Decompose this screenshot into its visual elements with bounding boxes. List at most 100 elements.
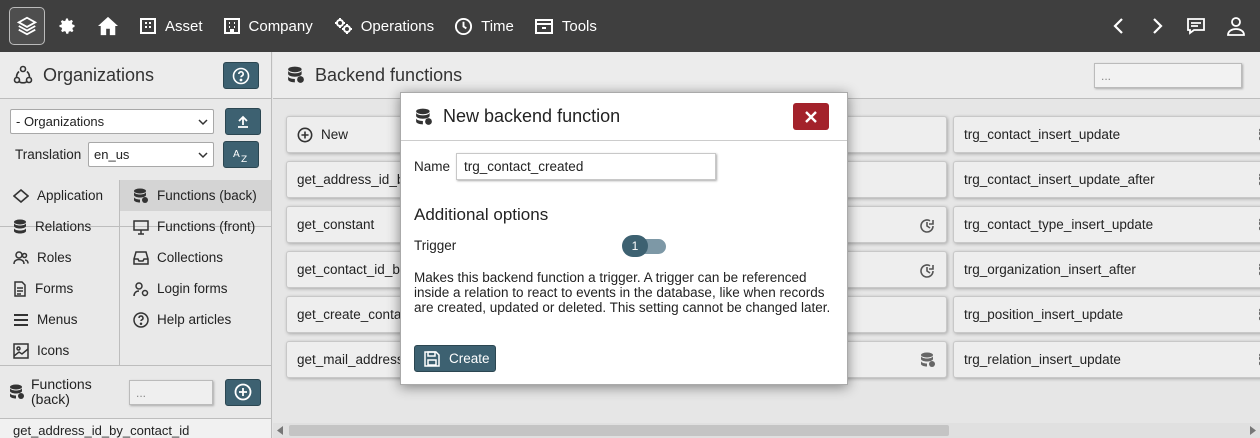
name-input[interactable]: trg_contact_created	[456, 153, 716, 180]
image-icon	[13, 342, 29, 359]
add-function-button[interactable]	[225, 378, 261, 406]
name-label: Name	[414, 159, 451, 174]
plus-circle-icon	[234, 383, 252, 401]
nav-asset[interactable]: Asset	[129, 0, 213, 52]
function-card[interactable]: trg_contact_insert_update_after	[953, 161, 1260, 198]
dialog-header: New backend function	[401, 93, 847, 141]
operations-icon	[333, 17, 353, 35]
inbox-icon	[133, 250, 149, 265]
function-name: trg_relation_insert_update	[964, 352, 1121, 367]
sort-button[interactable]: AZ	[223, 141, 259, 168]
function-name: trg_contact_insert_update	[964, 127, 1121, 142]
function-name: trg_contact_type_insert_update	[964, 217, 1154, 232]
sidebar-header: Organizations	[0, 52, 271, 99]
nav-tools[interactable]: Tools	[524, 0, 607, 52]
plus-circle-icon	[297, 127, 313, 143]
sidebar-item-label: Roles	[37, 250, 72, 265]
nav-company-label: Company	[248, 17, 313, 35]
layers-icon	[16, 15, 38, 37]
chevron-left-icon	[1110, 17, 1128, 35]
scrollbar-thumb[interactable]	[289, 425, 949, 436]
sidebar-item-icons[interactable]: Icons	[0, 335, 119, 366]
asset-icon	[139, 17, 157, 35]
sidebar-item-forms[interactable]: Forms	[0, 273, 119, 304]
sidebar-item-label: Menus	[37, 312, 78, 327]
function-name: trg_position_insert_update	[964, 307, 1124, 322]
nav-operations-label: Operations	[360, 17, 435, 35]
question-circle-icon	[232, 67, 250, 85]
nav-asset-label: Asset	[165, 17, 203, 35]
svg-text:Z: Z	[241, 155, 247, 163]
new-backend-function-dialog: New backend function Name trg_contact_cr…	[400, 92, 848, 385]
settings-button[interactable]	[45, 0, 87, 52]
sidebar-functions-search[interactable]: ...	[129, 379, 213, 405]
save-icon	[424, 350, 440, 367]
toggle-knob: 1	[622, 235, 648, 257]
scroll-left-icon[interactable]	[276, 426, 284, 435]
chevron-right-icon	[1148, 17, 1166, 35]
sidebar-item-application[interactable]: Application	[0, 180, 119, 211]
nav-time-label: Time	[481, 17, 514, 35]
page-title: Backend functions	[315, 64, 463, 85]
trigger-toggle[interactable]: 1	[622, 235, 666, 257]
chevron-down-icon	[198, 151, 208, 159]
database-gear-icon	[415, 108, 433, 126]
function-card[interactable]: trg_position_insert_update	[953, 296, 1260, 333]
function-card[interactable]: trg_contact_insert_update	[953, 116, 1260, 153]
dialog-title: New backend function	[443, 106, 621, 126]
function-card[interactable]: trg_contact_type_insert_update	[953, 206, 1260, 243]
monitor-icon	[133, 219, 149, 235]
forward-button[interactable]	[1138, 0, 1176, 52]
tools-icon	[534, 17, 554, 35]
nav-operations[interactable]: Operations	[323, 0, 444, 52]
user-icon	[1226, 16, 1246, 36]
create-button[interactable]: Create	[414, 345, 496, 372]
sidebar-item-menus[interactable]: Menus	[0, 304, 119, 335]
dialog-close-button[interactable]	[793, 103, 829, 130]
translation-select[interactable]: en_us	[88, 142, 214, 167]
sidebar-item-roles[interactable]: Roles	[0, 242, 119, 273]
sidebar-item-label: Collections	[157, 250, 224, 265]
main-search-input[interactable]: ...	[1094, 63, 1242, 88]
list-item[interactable]: get_address_id_by_contact_id	[0, 418, 271, 438]
sidebar-item-label: Relations	[35, 219, 92, 234]
home-button[interactable]	[87, 0, 129, 52]
user-gear-icon	[133, 281, 149, 297]
builder-sidebar: Organizations - Organizations Translatio…	[0, 52, 272, 438]
user-button[interactable]	[1216, 0, 1260, 52]
question-circle-icon	[133, 311, 149, 328]
sidebar-item-label: Icons	[37, 343, 70, 358]
sidebar-item-label: Functions (back)	[157, 188, 257, 203]
back-button[interactable]	[1100, 0, 1138, 52]
function-name: get_contact_id_by	[297, 262, 407, 277]
module-select[interactable]: - Organizations	[10, 109, 214, 134]
function-name: get_constant	[297, 217, 375, 232]
close-icon	[805, 110, 817, 123]
sidebar-item-functions-back[interactable]: Functions (back)	[120, 180, 271, 211]
sidebar-item-login-forms[interactable]: Login forms	[120, 273, 271, 304]
horizontal-scrollbar[interactable]	[273, 423, 1260, 438]
sidebar-item-help-articles[interactable]: Help articles	[120, 304, 271, 335]
sidebar-item-label: Login forms	[157, 281, 228, 296]
app-logo-button[interactable]	[9, 7, 45, 45]
function-card[interactable]: trg_organization_insert_after	[953, 251, 1260, 288]
create-button-label: Create	[449, 351, 490, 366]
nav-company[interactable]: Company	[213, 0, 323, 52]
sidebar-item-label: Functions (front)	[157, 219, 256, 234]
feedback-button[interactable]	[1176, 0, 1216, 52]
sort-az-icon: AZ	[232, 147, 250, 163]
sidebar-title: Organizations	[43, 64, 155, 85]
sidebar-nav-left: Application Relations Roles Forms Menus …	[0, 180, 120, 365]
database-gear-icon	[133, 188, 149, 204]
sidebar-item-relations[interactable]: Relations	[0, 211, 119, 242]
function-card[interactable]: trg_relation_insert_update	[953, 341, 1260, 378]
module-go-button[interactable]	[225, 108, 261, 135]
database-gear-icon	[920, 352, 936, 368]
translation-select-value: en_us	[94, 147, 130, 162]
nav-time[interactable]: Time	[444, 0, 524, 52]
sidebar-item-functions-front[interactable]: Functions (front)	[120, 211, 271, 242]
sidebar-item-collections[interactable]: Collections	[120, 242, 271, 273]
document-icon	[13, 280, 27, 297]
help-button[interactable]	[223, 62, 259, 89]
scroll-right-icon[interactable]	[1249, 426, 1257, 435]
